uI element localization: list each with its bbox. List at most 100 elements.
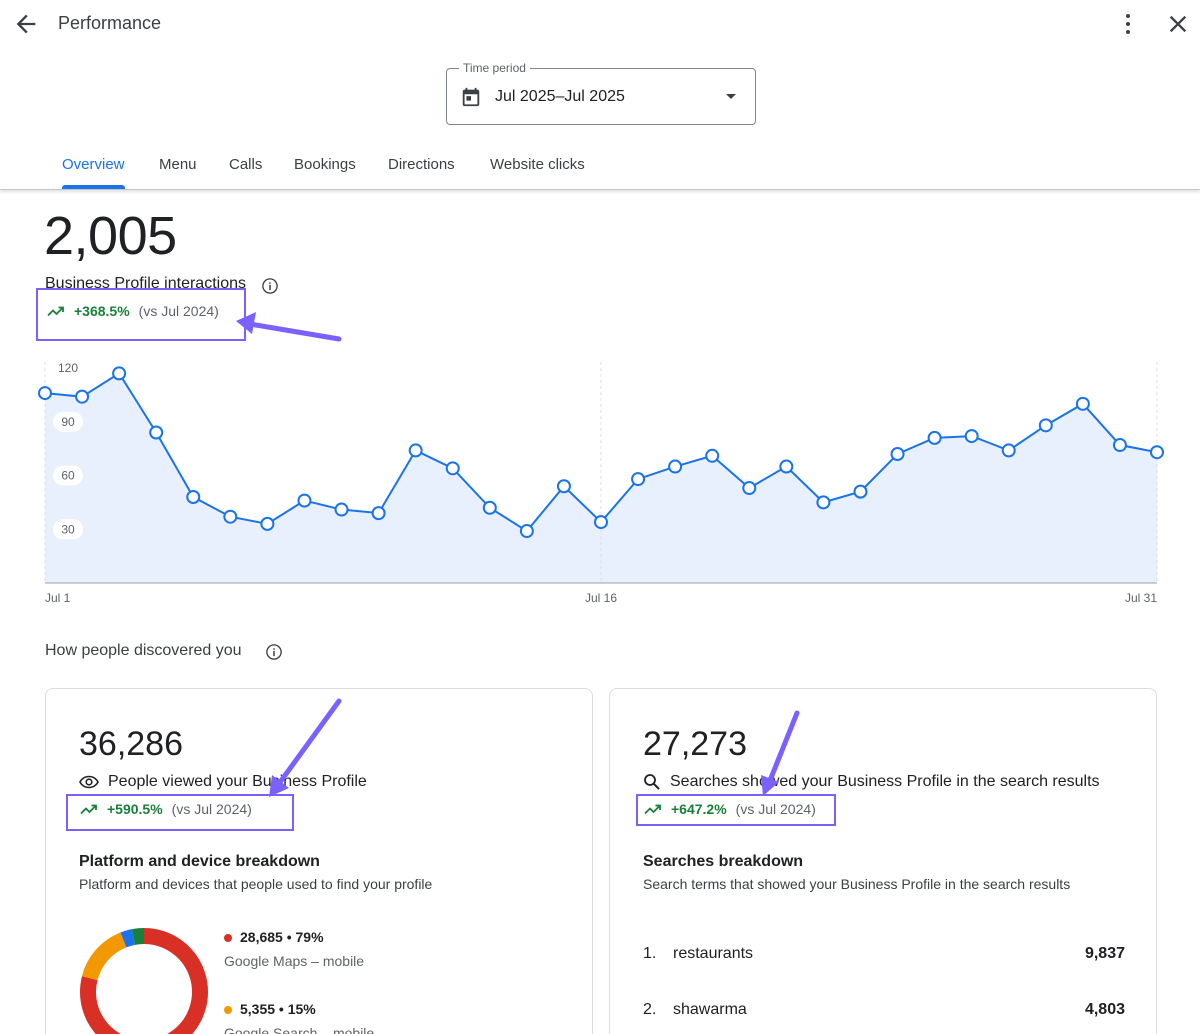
search-count: 4,803 [1084,1001,1125,1018]
chart-point[interactable] [705,448,720,463]
chart-point[interactable] [1150,445,1164,460]
search-rank: 2. [643,1001,657,1018]
search-count: 9,837 [1084,945,1125,962]
page-title: Performance [58,13,162,33]
donut-segment[interactable] [120,929,136,948]
search-term: restaurants [673,945,754,962]
chart-point[interactable] [408,443,423,458]
more-vert-icon [1126,14,1130,34]
legend-value: 5,355 • 15% [240,1001,316,1017]
chart-point[interactable] [112,366,127,381]
close-icon [1169,15,1187,33]
chart-point[interactable] [186,490,201,504]
profile-views-card: 36,286 People viewed your Business Profi… [45,688,593,1034]
chart-point[interactable] [75,389,90,404]
legend-item: 5,355 • 15% Google Search – mobile [224,1001,374,1034]
chart-point[interactable] [149,425,164,440]
close-button[interactable] [1164,10,1192,38]
legend-label: Google Maps – mobile [224,953,365,969]
highlight-box [36,288,246,341]
chart-point[interactable] [519,524,534,539]
y-tick-label: 120 [58,361,78,375]
chart-point[interactable] [668,459,683,474]
time-period-label: Time period [459,61,530,75]
platform-breakdown-subtitle: Platform and devices that people used to… [79,876,433,892]
chart-point[interactable] [38,386,52,401]
chart-point[interactable] [853,484,868,499]
chart-point[interactable] [964,429,979,444]
calendar-icon [462,87,480,107]
top-bar: Performance [0,0,1200,50]
annotation-arrow [236,312,342,342]
chart-point[interactable] [631,472,646,487]
chart-point[interactable] [1038,418,1053,433]
tab-bar: Overview Menu Calls Bookings Directions … [0,145,1200,190]
chart-point[interactable] [742,481,757,496]
section-title: How people discovered you [45,642,242,660]
legend-item: 28,685 • 79% Google Maps – mobile [224,929,364,969]
platform-donut-chart [80,928,208,1034]
interactions-chart: 30 60 90 120 Jul 1 Jul 16 Jul 31 [38,358,1164,605]
tab-overview[interactable]: Overview [62,156,125,173]
chart-point[interactable] [927,430,942,445]
search-term: shawarma [673,1001,747,1018]
interactions-total: 2,005 [44,206,177,266]
arrow-back-icon [16,14,36,34]
searches-breakdown-subtitle: Search terms that showed your Business P… [643,876,1071,892]
dropdown-arrow-icon [726,94,736,99]
views-label: People viewed your Business Profile [108,773,367,790]
chart-point[interactable] [816,495,831,510]
views-label-row: People viewed your Business Profile [79,773,367,791]
y-tick-label: 60 [61,469,75,483]
legend-value: 28,685 • 79% [240,929,324,945]
views-total: 36,286 [79,725,183,763]
searches-label: Searches showed your Business Profile in… [670,773,1100,790]
chart-point[interactable] [1075,396,1090,411]
chart-point[interactable] [779,459,794,474]
search-results-card: 27,273 Searches showed your Business Pro… [609,688,1157,1034]
platform-breakdown-title: Platform and device breakdown [79,853,320,870]
donut-segment[interactable] [82,932,127,981]
chart-point[interactable] [445,461,460,476]
time-period-value: Jul 2025–Jul 2025 [495,88,625,105]
legend-dot [224,1006,232,1015]
time-period-select[interactable]: Time period Jul 2025–Jul 2025 [446,61,756,125]
y-tick-label: 30 [61,522,75,536]
tab-menu[interactable]: Menu [159,156,197,173]
back-button[interactable] [12,10,40,38]
chart-point[interactable] [334,502,349,517]
more-options-button[interactable] [1116,10,1140,38]
chart-point[interactable] [1112,438,1127,453]
x-tick-label: Jul 1 [45,591,71,605]
searches-total: 27,273 [643,725,747,763]
highlight-box [636,794,836,826]
info-icon[interactable] [265,643,283,661]
y-tick-label: 90 [61,415,75,429]
search-icon [644,774,660,790]
search-rank: 1. [643,945,657,962]
tab-directions[interactable]: Directions [388,156,455,173]
legend-dot [224,934,232,943]
chart-point[interactable] [260,516,275,531]
chart-point[interactable] [1001,443,1016,458]
highlight-box [66,794,294,831]
discovery-title: How people discovered you [45,642,242,659]
searches-label-row: Searches showed your Business Profile in… [643,773,1100,791]
searches-breakdown-title: Searches breakdown [643,853,804,870]
x-tick-label: Jul 16 [585,591,617,605]
chart-point[interactable] [482,500,497,515]
tab-website-clicks[interactable]: Website clicks [490,156,585,173]
active-tab-indicator [62,185,125,189]
chart-point[interactable] [890,447,905,461]
chart-point[interactable] [223,509,238,524]
donut-segment[interactable] [132,928,145,945]
tab-calls[interactable]: Calls [229,156,262,173]
info-icon[interactable] [261,277,279,295]
chart-point[interactable] [371,506,386,521]
x-tick-label: Jul 31 [1125,591,1157,605]
chart-point[interactable] [594,515,608,530]
eye-icon [79,775,99,789]
chart-point[interactable] [556,479,571,494]
chart-point[interactable] [297,493,312,508]
tab-bookings[interactable]: Bookings [294,156,356,173]
